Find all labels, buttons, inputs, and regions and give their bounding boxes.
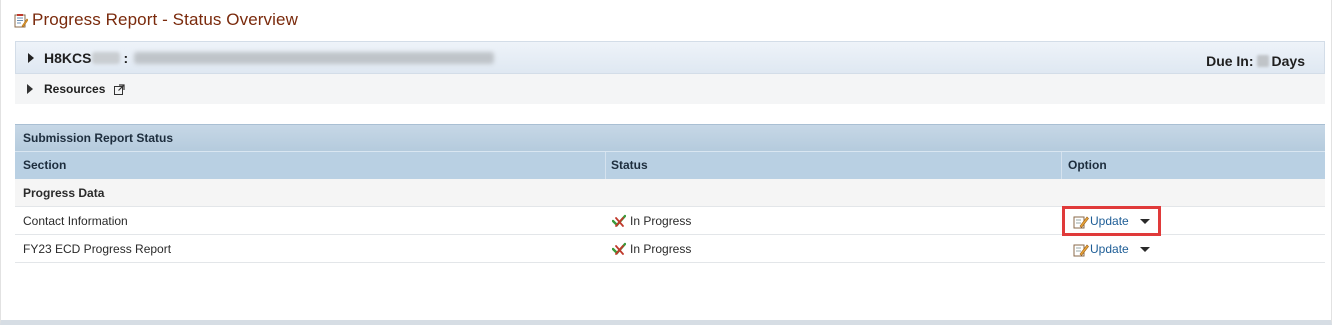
- table-column-headers: Section Status Option: [15, 151, 1325, 179]
- redacted-grant-suffix: [92, 51, 121, 64]
- external-link-icon[interactable]: [114, 83, 125, 95]
- highlight-annotation-box: [1062, 206, 1161, 236]
- redacted-days-count: [1256, 54, 1269, 67]
- group-row-progress-data: Progress Data: [15, 179, 1325, 207]
- resources-label[interactable]: Resources: [44, 82, 105, 96]
- update-label[interactable]: Update: [1090, 235, 1129, 263]
- grant-separator: :: [123, 49, 129, 66]
- column-divider: [1061, 152, 1062, 179]
- grant-number-prefix: H8KCS: [44, 49, 92, 66]
- pencil-edit-icon: [1073, 244, 1089, 256]
- page-frame: Progress Report - Status Overview H8KCS …: [0, 0, 1332, 325]
- days-label: Days: [1271, 52, 1305, 69]
- expand-triangle-icon[interactable]: [27, 84, 33, 94]
- caret-down-icon[interactable]: [1139, 246, 1150, 252]
- submission-status-header: Submission Report Status: [15, 124, 1325, 151]
- redacted-grant-title: [134, 51, 495, 64]
- submission-status-title: Submission Report Status: [23, 131, 174, 145]
- column-header-status: Status: [611, 158, 648, 172]
- status-cell: In Progress: [612, 235, 691, 263]
- grant-panel-header[interactable]: H8KCS : Due In: Days: [15, 41, 1325, 74]
- status-text: In Progress: [630, 214, 692, 228]
- check-cross-icon: [612, 214, 626, 227]
- check-cross-icon: [612, 242, 626, 255]
- group-label: Progress Data: [23, 186, 105, 200]
- column-header-section: Section: [23, 158, 67, 172]
- page-title-text: Progress Report - Status Overview: [32, 10, 298, 29]
- due-label: Due In:: [1206, 52, 1254, 69]
- document-edit-icon: [14, 13, 28, 27]
- update-button[interactable]: Update: [1073, 235, 1150, 263]
- page-title: Progress Report - Status Overview: [14, 9, 298, 31]
- column-divider: [605, 152, 606, 179]
- expand-triangle-icon[interactable]: [28, 52, 34, 63]
- section-name: Contact Information: [23, 214, 128, 228]
- status-cell: In Progress: [612, 207, 691, 235]
- column-header-option: Option: [1068, 158, 1107, 172]
- table-row: FY23 ECD Progress Report In Progress Upd…: [15, 235, 1325, 263]
- resources-section[interactable]: Resources: [15, 74, 1325, 104]
- due-in-indicator: Due In: Days: [1206, 53, 1305, 69]
- section-name: FY23 ECD Progress Report: [23, 242, 172, 256]
- status-text: In Progress: [630, 242, 692, 256]
